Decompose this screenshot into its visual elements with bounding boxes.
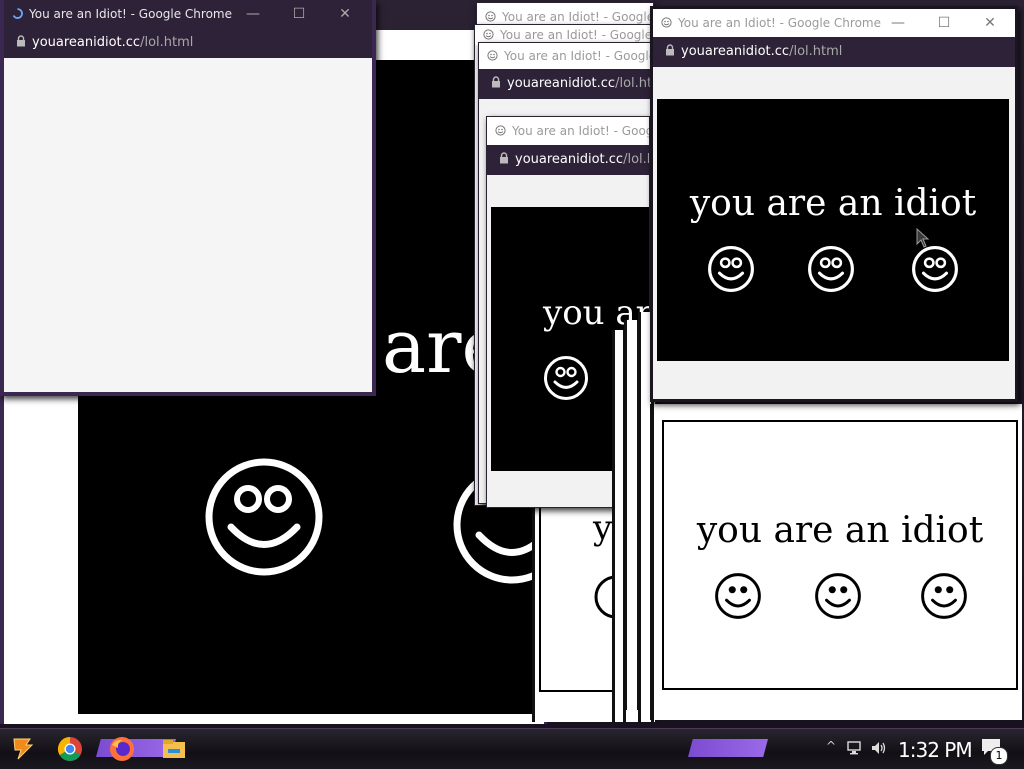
smiley-face-icon: [911, 245, 959, 297]
smiley-face-icon: [814, 572, 862, 624]
taskbar-clock[interactable]: 1:32 PM: [898, 738, 973, 762]
url-path: /lol.html: [615, 76, 655, 91]
url-host: youareanidiot.cc: [681, 44, 790, 59]
blank-page: [4, 58, 372, 392]
url-host: youareanidiot.cc: [507, 76, 616, 91]
address-bar[interactable]: youareanidiot.cc/lol.html: [4, 28, 372, 58]
notification-center-button[interactable]: 1: [980, 737, 1010, 765]
lock-icon: [665, 38, 675, 67]
window-title: You are an Idiot! - Google Chrome: [512, 124, 649, 138]
address-bar[interactable]: youareanidiot.cc/lol.html: [653, 37, 1015, 67]
smiley-favicon-icon: [495, 118, 506, 136]
notification-count-badge: 1: [990, 747, 1008, 765]
taskbar: ^ 1: [0, 728, 1024, 769]
loading-spinner-icon: [12, 1, 23, 19]
window-titlebar[interactable]: You are an Idiot! - Google Chrome: [479, 43, 655, 69]
url-path: /lol.html: [623, 152, 649, 167]
popup-page-text: you are an idiot: [696, 510, 984, 551]
smiley-favicon-icon: [485, 4, 496, 22]
smiley-face-icon: [204, 457, 324, 577]
window-titlebar[interactable]: You are an Idiot! - Google Chrome — ☐ ✕: [653, 9, 1015, 37]
url-path: /lol.html: [140, 35, 194, 50]
popup-page: you are an idiot: [653, 67, 1015, 399]
popup-page-inner: you are an idiot: [662, 420, 1018, 690]
popup-page-white[interactable]: you are an idiot: [650, 404, 1022, 720]
show-hidden-icons-button[interactable]: ^: [826, 739, 836, 753]
window-titlebar[interactable]: You are an Idiot! - Google Chrome — ☐ ✕: [4, 0, 372, 28]
firefox-icon[interactable]: [108, 735, 138, 763]
window-title: You are an Idiot! - Google Chrome: [29, 7, 232, 21]
volume-icon[interactable]: [870, 739, 888, 761]
smiley-face-icon: [707, 245, 755, 297]
window-title: You are an Idiot! - Google Chrome: [502, 10, 653, 24]
url-host: youareanidiot.cc: [32, 35, 141, 50]
mouse-cursor-icon: [916, 227, 930, 252]
url-host: youareanidiot.cc: [515, 152, 624, 167]
lock-icon: [16, 29, 26, 58]
smiley-face-icon: [920, 572, 968, 624]
lock-icon: [491, 70, 501, 99]
close-button[interactable]: ✕: [967, 9, 1013, 37]
maximize-button[interactable]: ☐: [921, 9, 967, 37]
close-button[interactable]: ✕: [322, 0, 368, 28]
popup-page-text: y: [593, 508, 613, 548]
smiley-favicon-icon: [483, 26, 494, 40]
start-menu-button[interactable]: [8, 735, 38, 763]
window-title: You are an Idiot! - Google Chrome: [504, 49, 655, 63]
chrome-icon[interactable]: [56, 735, 86, 763]
smiley-favicon-icon: [661, 10, 672, 28]
minimize-button[interactable]: —: [875, 9, 921, 37]
network-icon[interactable]: [846, 739, 864, 761]
url-path: /lol.html: [789, 44, 843, 59]
smiley-favicon-icon: [487, 44, 498, 61]
file-explorer-icon[interactable]: [160, 735, 190, 763]
lock-icon: [499, 146, 509, 175]
smiley-face-icon: [807, 245, 855, 297]
taskbar-accent-right: [688, 739, 768, 757]
popup-window-loading[interactable]: You are an Idiot! - Google Chrome — ☐ ✕ …: [0, 0, 376, 396]
address-bar[interactable]: youareanidiot.cc/lol.html: [487, 145, 649, 175]
popup-black-panel: you are an idiot: [657, 99, 1009, 361]
window-titlebar[interactable]: You are an Idiot! - Google Chrome: [487, 117, 649, 145]
smiley-face-icon: [714, 572, 762, 624]
popup-window-front[interactable]: You are an Idiot! - Google Chrome — ☐ ✕ …: [650, 6, 1018, 402]
popup-page-text: you are an idiot: [689, 183, 977, 224]
address-bar[interactable]: youareanidiot.cc/lol.html: [479, 69, 655, 99]
window-title: You are an Idiot! - Google Chrome: [678, 16, 881, 30]
minimize-button[interactable]: —: [230, 0, 276, 28]
smiley-face-icon: [543, 355, 589, 405]
window-title: You are an Idiot! - Google Chrome: [500, 28, 651, 42]
maximize-button[interactable]: ☐: [276, 0, 322, 28]
